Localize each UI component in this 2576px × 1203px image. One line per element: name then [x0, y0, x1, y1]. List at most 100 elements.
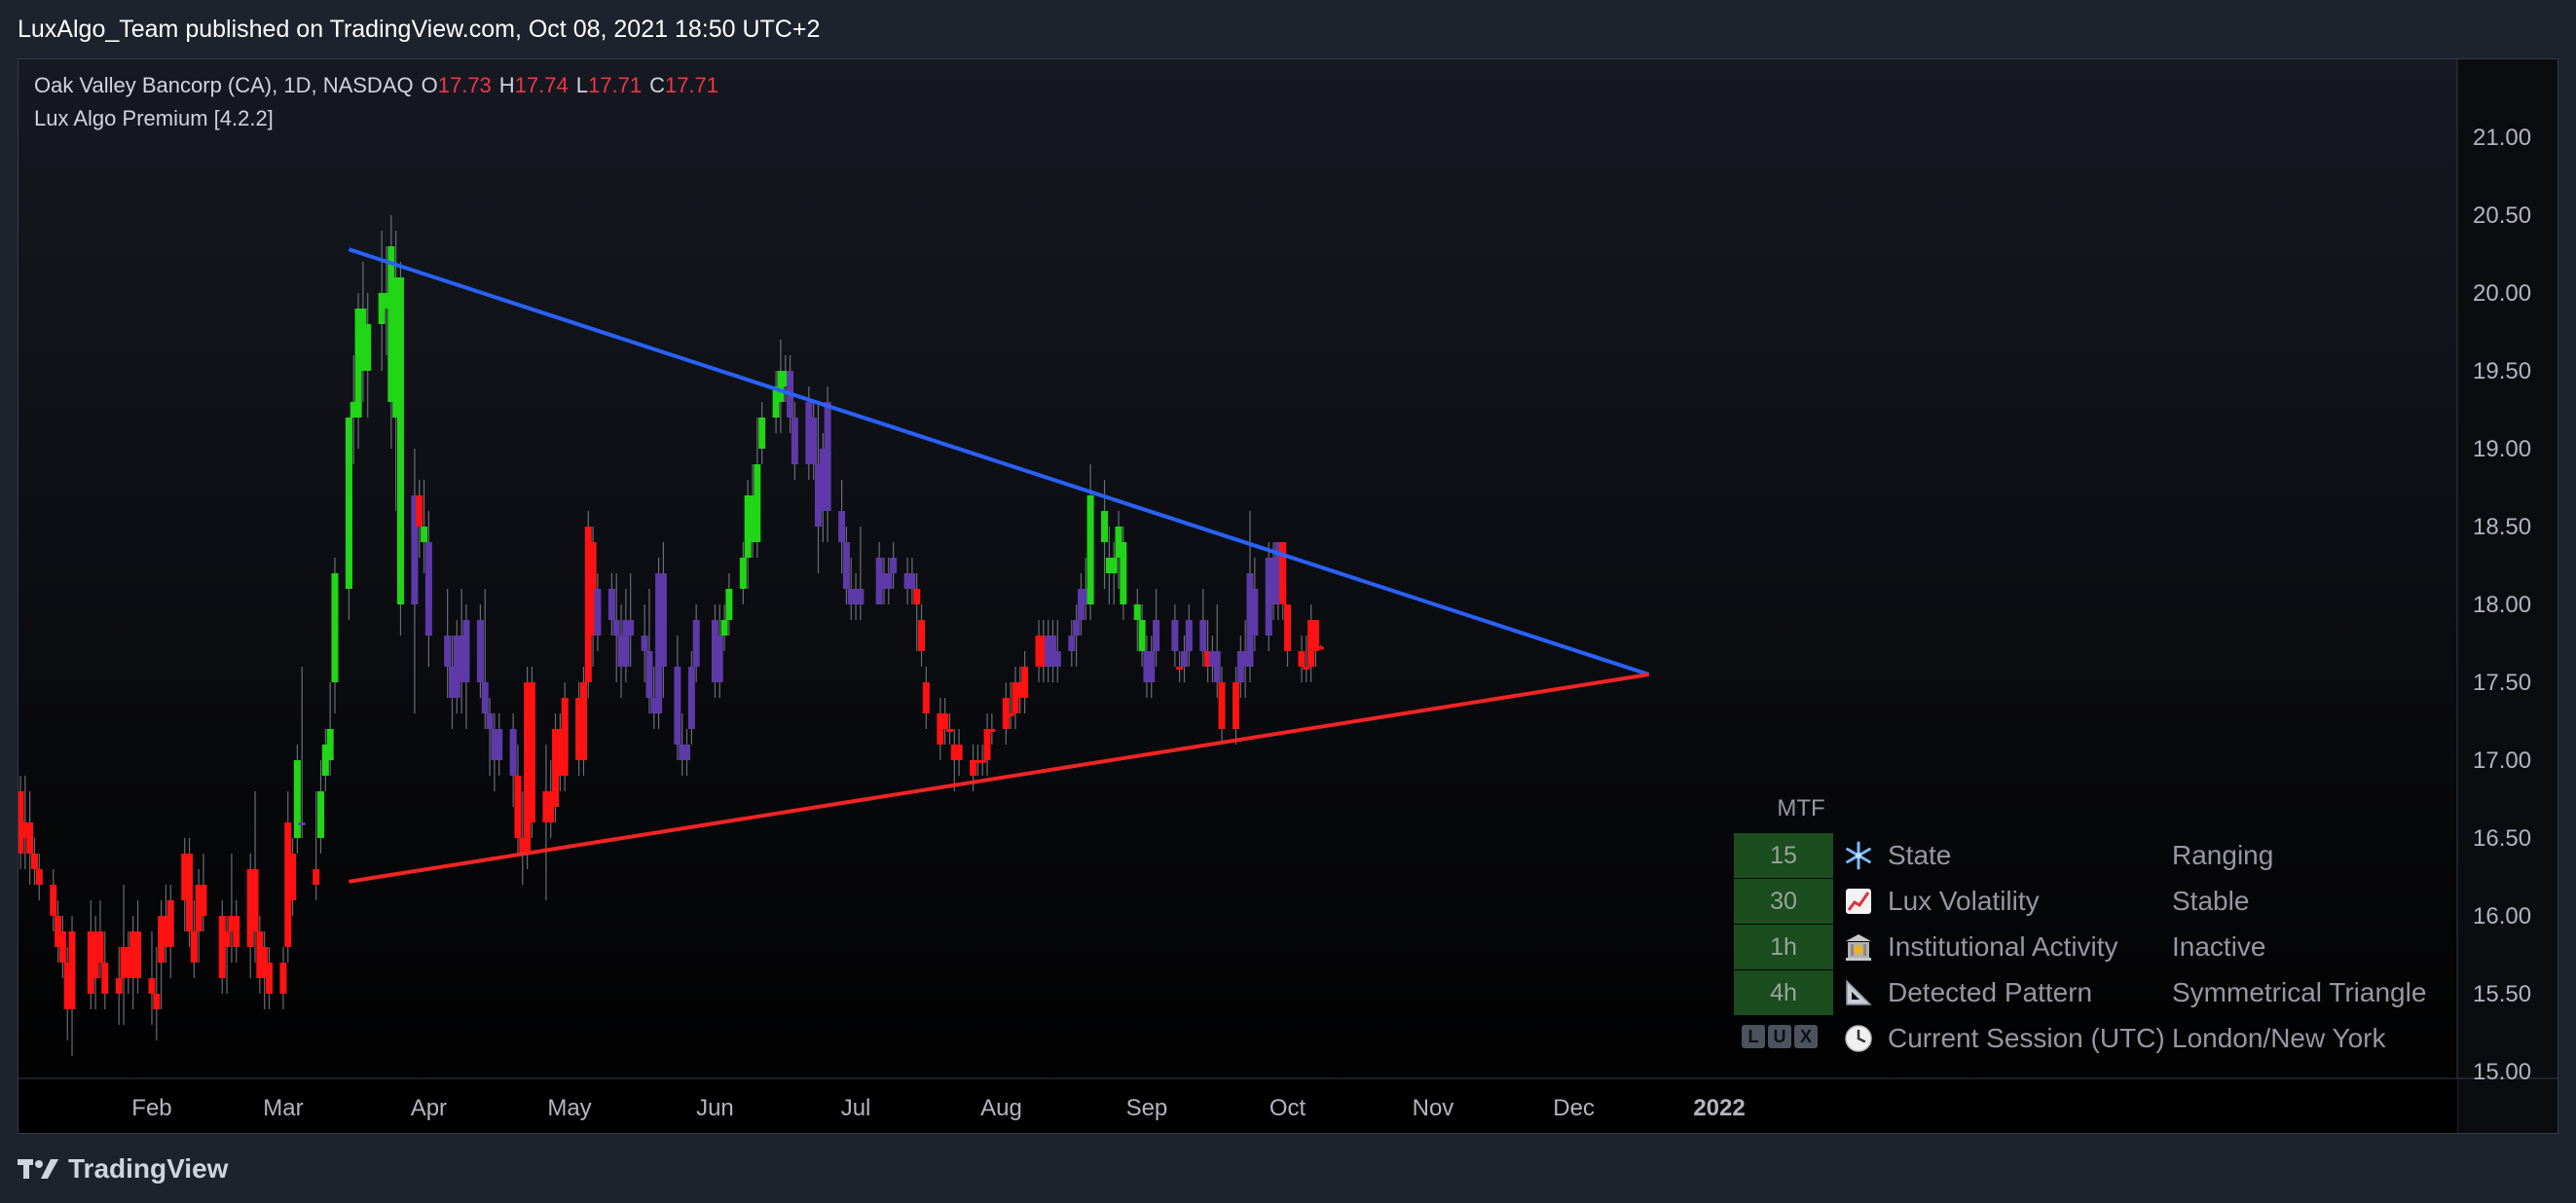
candle-body: [922, 682, 930, 713]
candle-body: [1120, 542, 1127, 604]
publish-bar: LuxAlgo_Team published on TradingView.co…: [0, 0, 2576, 58]
candle-body: [739, 558, 747, 589]
candle-body: [890, 558, 898, 573]
candle-body: [30, 854, 38, 869]
candle-body: [190, 931, 198, 963]
candle-body: [1251, 589, 1259, 636]
candle-body: [166, 900, 174, 947]
candle-body: [754, 464, 761, 542]
tradingview-logo-icon: [18, 1159, 58, 1179]
time-tick-label: Mar: [263, 1095, 303, 1121]
candle-body: [641, 636, 648, 651]
time-tick-label: Jul: [841, 1095, 871, 1121]
close-key: C: [649, 73, 665, 97]
price-tick-label: 21.00: [2473, 125, 2531, 151]
candle-body: [945, 729, 953, 732]
candle-body: [725, 589, 733, 620]
dashboard-label: Institutional Activity: [1888, 931, 2118, 962]
candle-body: [486, 713, 494, 729]
high-value: 17.74: [514, 73, 569, 97]
open-value: 17.73: [437, 73, 492, 97]
candle-body: [289, 854, 297, 900]
dashboard-value: London/New York: [2172, 1023, 2386, 1053]
candle-body: [200, 885, 207, 916]
price-tick-label: 20.50: [2473, 202, 2531, 229]
bank-icon: [1841, 930, 1876, 965]
candle-body: [68, 931, 76, 1009]
candle-body: [612, 620, 620, 636]
time-tick-label: Apr: [411, 1095, 447, 1121]
timeframe-cell: 30: [1734, 879, 1833, 924]
candle-body: [824, 402, 831, 511]
price-tick-label: 17.00: [2473, 747, 2531, 774]
chart-frame[interactable]: 21.00 20.50 20.00 19.50 19.00 18.50 18.00 17.50…: [18, 58, 2558, 1134]
timeframe-cell: 1h: [1734, 925, 1833, 969]
time-tick-label: Nov: [1413, 1095, 1454, 1121]
candle-body: [1110, 558, 1118, 573]
upper-trendline: [348, 247, 1650, 676]
tradingview-logo[interactable]: TradingView: [18, 1153, 228, 1185]
candle-body: [659, 573, 667, 667]
candle-body: [101, 963, 109, 994]
price-chart[interactable]: 21.00 20.50 20.00 19.50 19.00 18.50 18.00 17.50…: [18, 59, 2558, 1134]
candle-body: [396, 277, 404, 604]
candle-body: [313, 869, 320, 885]
candle-body: [1053, 651, 1061, 667]
time-tick-label: 2022: [1693, 1095, 1745, 1121]
lower-trendline: [349, 673, 1650, 884]
candle-body: [1007, 713, 1014, 716]
candle-body: [791, 418, 798, 464]
candle-body: [1148, 651, 1156, 682]
candle-body: [918, 620, 926, 651]
price-tick-label: 15.00: [2473, 1059, 2531, 1085]
time-tick-label: Feb: [131, 1095, 171, 1121]
time-tick-label: May: [547, 1095, 591, 1121]
candle-body: [1176, 667, 1184, 670]
candle-body: [810, 418, 818, 464]
candle-body: [1133, 604, 1141, 620]
candle-body: [1086, 495, 1094, 604]
time-tick-label: Oct: [1270, 1095, 1306, 1121]
dashboard-value: Inactive: [2172, 931, 2266, 962]
candle-body: [594, 589, 602, 636]
candle-body: [148, 978, 156, 994]
candle-body: [293, 760, 301, 838]
high-key: H: [498, 73, 515, 97]
symbol-description[interactable]: Oak Valley Bancorp (CA), 1D, NASDAQ: [34, 73, 414, 97]
price-tick-label: 15.50: [2473, 981, 2531, 1007]
candle-body: [720, 620, 728, 636]
candle-body: [186, 854, 194, 931]
candle-body: [134, 931, 142, 978]
candle-body: [941, 713, 949, 729]
candle-body: [908, 573, 916, 589]
price-tick-label: 17.50: [2473, 670, 2531, 696]
candle-body: [528, 682, 535, 822]
candle-body: [326, 729, 334, 760]
dashboard-label: Current Session (UTC): [1888, 1023, 2165, 1053]
candle-body: [58, 931, 66, 963]
candle-body: [692, 620, 700, 667]
candle-body: [1218, 682, 1226, 729]
candle-body: [265, 963, 273, 994]
candle-body: [683, 745, 691, 760]
price-tick-label: 19.50: [2473, 358, 2531, 384]
candle-body: [627, 620, 635, 636]
chart-legend: Oak Valley Bancorp (CA), 1D, NASDAQ O17.7…: [34, 69, 718, 135]
tradingview-brand: TradingView: [68, 1153, 229, 1184]
candle-body: [476, 620, 484, 682]
candle-body: [885, 573, 893, 589]
price-tick-label: 19.00: [2473, 436, 2531, 462]
candle-body: [1101, 511, 1109, 542]
candle-body: [955, 745, 963, 760]
indicator-name[interactable]: Lux Algo Premium [4.2.2]: [34, 106, 274, 130]
candle-body: [758, 418, 766, 449]
lux-letter: X: [1794, 1025, 1818, 1048]
time-axis-panel: [18, 1078, 2457, 1133]
candle-body: [978, 760, 986, 763]
candle-body: [1138, 620, 1146, 651]
candle-body: [645, 651, 653, 698]
price-tick-label: 16.00: [2473, 903, 2531, 930]
triangle-ruler-icon: [1841, 975, 1876, 1010]
dashboard-label: State: [1888, 840, 1952, 870]
time-tick-label: Jun: [696, 1095, 734, 1121]
